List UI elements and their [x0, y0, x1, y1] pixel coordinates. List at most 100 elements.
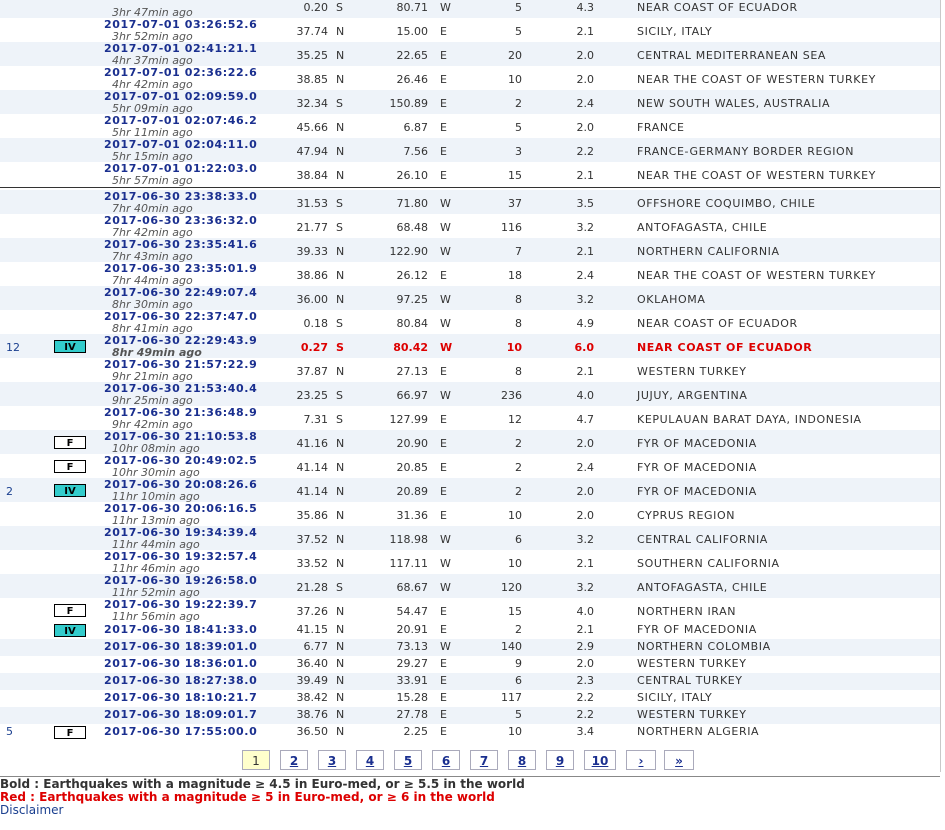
lon-hemisphere: E: [440, 605, 447, 618]
longitude: 122.90: [389, 245, 429, 258]
latitude: 36.00: [296, 293, 329, 306]
felt-count[interactable]: 5: [6, 725, 13, 738]
event-datetime-link[interactable]: 2017-06-30 18:09:01.7: [104, 708, 257, 721]
felt-count[interactable]: 2: [6, 485, 13, 498]
magnitude: 2.2: [576, 145, 595, 158]
table-row[interactable]: 2017-06-30 19:32:57.4 11hr 46min ago 33.52…: [0, 550, 940, 575]
table-row[interactable]: F 2017-06-30 21:10:53.8 10hr 08min ago 41.1…: [0, 430, 940, 455]
longitude: 7.56: [403, 145, 429, 158]
page-7-button[interactable]: 7: [470, 750, 498, 770]
page-5-button[interactable]: 5: [394, 750, 422, 770]
table-row[interactable]: 2017-06-30 21:36:48.9 9hr 42min ago 7.31 S 1…: [0, 406, 940, 431]
magnitude: 2.0: [576, 657, 595, 670]
table-row[interactable]: 2017-06-30 20:06:16.5 11hr 13min ago 35.86…: [0, 502, 940, 527]
event-datetime-link[interactable]: 2017-06-30 18:36:01.0: [104, 657, 257, 670]
magnitude: 2.4: [576, 461, 595, 474]
page-6-button[interactable]: 6: [432, 750, 460, 770]
table-row[interactable]: 2017-07-01 02:41:21.1 4hr 37min ago 35.25 N…: [0, 42, 940, 67]
depth: 7: [515, 245, 522, 258]
table-row[interactable]: 2017-06-30 21:57:22.9 9hr 21min ago 37.87 N…: [0, 358, 940, 383]
table-row[interactable]: 2017-06-30 22:37:47.0 8hr 41min ago 0.18 S 8…: [0, 310, 940, 335]
table-row[interactable]: 2017-07-01 03:26:52.6 3hr 52min ago 37.74 N…: [0, 18, 940, 43]
page-8-button[interactable]: 8: [508, 750, 536, 770]
intensity-badge[interactable]: IV: [54, 624, 86, 637]
table-row[interactable]: F 2017-06-30 19:22:39.7 11hr 56min ago 37.2…: [0, 598, 940, 623]
badge-label: IV: [54, 484, 86, 497]
event-datetime-link[interactable]: 2017-06-30 18:41:33.0: [104, 623, 257, 636]
event-datetime-link[interactable]: 2017-06-30 18:27:38.0: [104, 674, 257, 687]
page-2-button[interactable]: 2: [280, 750, 308, 770]
page-1-button[interactable]: 1: [242, 750, 270, 770]
table-row[interactable]: 2017-06-30 23:35:01.9 7hr 44min ago 38.86 N…: [0, 262, 940, 287]
table-row[interactable]: 2017-07-01 02:09:59.0 5hr 09min ago 32.34 S…: [0, 90, 940, 115]
table-row[interactable]: 2017-06-30 23:38:33.0 7hr 40min ago 31.53 S…: [0, 190, 940, 215]
page-3-button[interactable]: 3: [318, 750, 346, 770]
latitude: 21.28: [296, 581, 329, 594]
table-row[interactable]: 2017-07-01 02:07:46.2 5hr 11min ago 45.66 N…: [0, 114, 940, 139]
table-row[interactable]: F 2017-06-30 20:49:02.5 10hr 30min ago 41.1…: [0, 454, 940, 479]
table-row[interactable]: 2017-06-30 19:26:58.0 11hr 52min ago 21.28…: [0, 574, 940, 599]
intensity-badge[interactable]: IV: [54, 340, 86, 353]
magnitude: 2.0: [576, 121, 595, 134]
region-name: NEW SOUTH WALES, AUSTRALIA: [637, 97, 831, 110]
lon-hemisphere: E: [440, 485, 447, 498]
magnitude: 6.0: [574, 341, 595, 354]
table-row[interactable]: 2017-06-30 18:09:01.7 38.76 N 27.78 E 5 2.2 WES…: [0, 707, 940, 724]
magnitude: 3.2: [576, 533, 595, 546]
page-10-button[interactable]: 10: [584, 750, 616, 770]
table-row[interactable]: 2017-07-01 02:36:22.6 4hr 42min ago 38.85 N…: [0, 66, 940, 91]
depth: 10: [508, 73, 522, 86]
table-row[interactable]: 2017-06-30 23:35:41.6 7hr 43min ago 39.33 N…: [0, 238, 940, 263]
table-row[interactable]: 5 F 2017-06-30 17:55:00.0 36.50 N 2.25 E 10 3.4 N…: [0, 724, 940, 741]
depth: 15: [508, 605, 522, 618]
table-row[interactable]: 2017-06-30 21:53:40.4 9hr 25min ago 23.25 S…: [0, 382, 940, 407]
latitude: 39.33: [296, 245, 329, 258]
region-name: FYR OF MACEDONIA: [637, 461, 757, 474]
longitude: 117.11: [389, 557, 429, 570]
table-row[interactable]: 2017-06-30 18:39:01.0 6.77 N 73.13 W 140 2.9 NO…: [0, 639, 940, 656]
table-row[interactable]: 2017-06-30 18:10:21.7 38.42 N 15.28 E 117 2.2 S…: [0, 690, 940, 707]
region-name: CENTRAL MEDITERRANEAN SEA: [637, 49, 827, 62]
magnitude: 2.1: [576, 25, 595, 38]
felt-report-badge[interactable]: F: [54, 460, 86, 473]
lon-hemisphere: E: [440, 49, 447, 62]
latitude: 23.25: [296, 389, 329, 402]
region-name: FYR OF MACEDONIA: [637, 623, 757, 636]
page-9-button[interactable]: 9: [546, 750, 574, 770]
table-row[interactable]: 2017-06-30 23:36:32.0 7hr 42min ago 21.77 S…: [0, 214, 940, 239]
next-page-button[interactable]: ›: [626, 750, 656, 770]
table-row[interactable]: 2017-06-30 18:36:01.0 36.40 N 29.27 E 9 2.0 WES…: [0, 656, 940, 673]
lat-hemisphere: N: [336, 365, 345, 378]
magnitude: 2.4: [576, 97, 595, 110]
event-datetime-link[interactable]: 2017-06-30 18:39:01.0: [104, 640, 257, 653]
table-row[interactable]: 12 IV 2017-06-30 22:29:43.9 8hr 49min ago 0.…: [0, 334, 940, 359]
lat-hemisphere: N: [336, 437, 345, 450]
depth: 2: [515, 461, 522, 474]
latitude: 37.52: [296, 533, 329, 546]
table-row[interactable]: 2017-06-30 19:34:39.4 11hr 44min ago 37.52…: [0, 526, 940, 551]
page-4-button[interactable]: 4: [356, 750, 384, 770]
felt-report-badge[interactable]: F: [54, 604, 86, 617]
felt-count[interactable]: 12: [6, 341, 20, 354]
event-datetime-link[interactable]: 2017-06-30 18:10:21.7: [104, 691, 257, 704]
latitude: 21.77: [296, 221, 329, 234]
disclaimer-link[interactable]: Disclaimer: [0, 803, 63, 817]
last-page-button[interactable]: »: [664, 750, 694, 770]
table-row[interactable]: 2017-06-30 22:49:07.4 8hr 30min ago 36.00 N…: [0, 286, 940, 311]
intensity-badge[interactable]: IV: [54, 484, 86, 497]
table-row[interactable]: IV 2017-06-30 18:41:33.0 41.15 N 20.91 E 2 2.1 F…: [0, 622, 940, 639]
event-datetime-link[interactable]: 2017-06-30 17:55:00.0: [104, 725, 257, 738]
depth: 120: [501, 581, 522, 594]
felt-report-badge[interactable]: F: [54, 436, 86, 449]
depth: 2: [515, 623, 522, 636]
longitude: 80.42: [393, 341, 428, 354]
depth: 37: [508, 197, 522, 210]
lat-hemisphere: N: [336, 640, 345, 653]
region-name: NORTHERN ALGERIA: [637, 725, 760, 738]
table-row[interactable]: 3hr 47min ago 0.20 S 80.71 W 5 4.3 NEAR COAST O…: [0, 0, 940, 19]
table-row[interactable]: 2017-06-30 18:27:38.0 39.49 N 33.91 E 6 2.3 CEN…: [0, 673, 940, 690]
felt-report-badge[interactable]: F: [54, 726, 86, 739]
table-row[interactable]: 2017-07-01 01:22:03.0 5hr 57min ago 38.84 N…: [0, 162, 940, 187]
table-row[interactable]: 2017-07-01 02:04:11.0 5hr 15min ago 47.94 N…: [0, 138, 940, 163]
table-row[interactable]: 2 IV 2017-06-30 20:08:26.6 11hr 10min ago 41…: [0, 478, 940, 503]
